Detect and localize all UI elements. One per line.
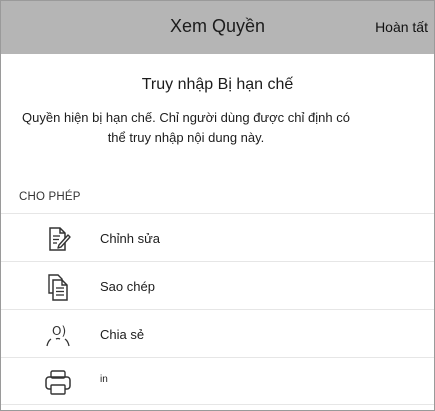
permission-label: Chỉnh sửa [100, 231, 161, 246]
permission-item-share: O) Chia sẻ [1, 309, 434, 357]
description-text: Quyền hiện bị hạn chế. Chỉ người dùng đư… [22, 110, 350, 145]
header-bar: Xem Quyền Hoàn tất [1, 1, 434, 54]
permission-item-copy: Sao chép [1, 261, 434, 309]
permission-list: Chỉnh sửa Sao chép O) Chia sẻ in [1, 213, 434, 405]
edit-document-icon [49, 227, 71, 251]
allow-group-label: CHO PHÉP [19, 191, 81, 203]
permission-item-edit: Chỉnh sửa [1, 213, 434, 261]
copy-document-icon [48, 274, 68, 301]
section-title: Truy nhập Bị hạn chế [141, 76, 294, 93]
done-button[interactable]: Hoàn tất [375, 19, 428, 35]
permissions-panel: Xem Quyền Hoàn tất Truy nhập Bị hạn chế … [0, 0, 435, 411]
page-title: Xem Quyền [169, 16, 266, 36]
printer-icon [45, 370, 71, 395]
permission-item-print: in [1, 357, 434, 405]
permission-label: Chia sẻ [100, 327, 145, 342]
svg-text:O): O) [52, 324, 66, 338]
permission-label: Sao chép [100, 279, 155, 294]
share-people-icon: O) [46, 324, 70, 347]
permission-label: in [100, 374, 108, 385]
